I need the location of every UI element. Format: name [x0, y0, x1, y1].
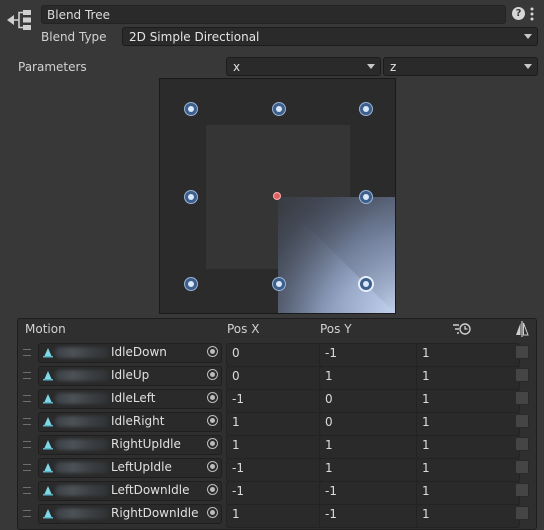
mirror-icon	[515, 321, 529, 337]
motion-field[interactable]: IdleUp	[38, 366, 222, 386]
redacted-prefix	[55, 347, 109, 358]
parameters-label: Parameters	[18, 60, 87, 74]
object-picker-icon[interactable]	[207, 507, 218, 518]
mirror-checkbox[interactable]	[515, 345, 529, 359]
pos-x-column-header: Pos X	[227, 322, 260, 336]
mirror-checkbox[interactable]	[515, 414, 529, 428]
object-picker-icon[interactable]	[207, 369, 218, 380]
object-picker-icon[interactable]	[207, 484, 218, 495]
object-picker-icon[interactable]	[207, 415, 218, 426]
mirror-checkbox[interactable]	[515, 506, 529, 520]
animation-clip-icon	[43, 486, 53, 496]
redacted-prefix	[55, 485, 109, 496]
redacted-prefix	[55, 508, 109, 519]
blend-graph[interactable]	[159, 78, 396, 314]
chevron-down-icon	[524, 64, 532, 69]
motion-field[interactable]: IdleDown	[38, 343, 222, 363]
mirror-checkbox[interactable]	[515, 391, 529, 405]
drag-handle-icon[interactable]	[23, 510, 31, 517]
mirror-checkbox[interactable]	[515, 368, 529, 382]
motion-field[interactable]: RightDownIdle	[38, 504, 222, 524]
blend-point-right-up[interactable]	[359, 102, 373, 116]
pos-y-column-header: Pos Y	[320, 322, 352, 336]
drag-handle-icon[interactable]	[23, 372, 31, 379]
drag-handle-icon[interactable]	[23, 395, 31, 402]
motion-field[interactable]: LeftDownIdle	[38, 481, 222, 501]
chevron-down-icon	[367, 64, 375, 69]
animation-clip-icon	[43, 440, 53, 450]
blend-point-left-down[interactable]	[184, 277, 198, 291]
time-scale-field[interactable]: 1	[416, 504, 520, 528]
motion-name: LeftDownIdle	[111, 483, 190, 497]
motion-name: IdleLeft	[111, 391, 156, 405]
motion-name: IdleDown	[111, 345, 167, 359]
motion-name: IdleRight	[111, 414, 165, 428]
kebab-menu-icon[interactable]	[528, 7, 536, 21]
blend-point-left[interactable]	[184, 190, 198, 204]
blend-type-value: 2D Simple Directional	[129, 30, 260, 44]
mirror-checkbox[interactable]	[515, 437, 529, 451]
blend-tree-icon	[6, 9, 32, 31]
redacted-prefix	[55, 370, 109, 381]
object-picker-icon[interactable]	[207, 461, 218, 472]
drag-handle-icon[interactable]	[23, 464, 31, 471]
object-picker-icon[interactable]	[207, 346, 218, 357]
blend-point-right[interactable]	[359, 190, 373, 204]
motion-name: RightUpIdle	[111, 437, 181, 451]
drag-handle-icon[interactable]	[23, 349, 31, 356]
table-row: RightUpIdle 1 1 1	[18, 433, 536, 459]
blend-point-down[interactable]	[272, 277, 286, 291]
motion-column-header: Motion	[25, 322, 66, 336]
parameter-y-value: z	[390, 60, 397, 74]
object-picker-icon[interactable]	[207, 392, 218, 403]
motion-name: LeftUpIdle	[111, 460, 172, 474]
time-scale-icon	[452, 322, 472, 336]
table-row: IdleRight 1 0 1	[18, 410, 536, 436]
animation-clip-icon	[43, 509, 53, 519]
blend-point-right-down[interactable]	[358, 276, 374, 292]
parameter-x-value: x	[233, 60, 241, 74]
mirror-checkbox[interactable]	[515, 460, 529, 474]
motion-name: RightDownIdle	[111, 506, 199, 520]
table-row: LeftUpIdle -1 1 1	[18, 456, 536, 482]
motion-table: Motion Pos X Pos Y IdleDown 0 -1 1 IdleUp 0 1 1…	[17, 318, 537, 530]
table-row: RightDownIdle 1 -1 1	[18, 502, 536, 528]
table-row: LeftDownIdle -1 -1 1	[18, 479, 536, 505]
animation-clip-icon	[43, 394, 53, 404]
motion-field[interactable]: RightUpIdle	[38, 435, 222, 455]
motion-field[interactable]: IdleLeft	[38, 389, 222, 409]
drag-handle-icon[interactable]	[23, 418, 31, 425]
parameter-x-dropdown[interactable]: x	[226, 57, 381, 76]
redacted-prefix	[55, 393, 109, 404]
parameter-y-dropdown[interactable]: z	[383, 57, 538, 76]
table-row: IdleLeft -1 0 1	[18, 387, 536, 413]
pos-x-field[interactable]: 1	[226, 504, 329, 528]
redacted-prefix	[55, 416, 109, 427]
drag-handle-icon[interactable]	[23, 441, 31, 448]
blend-tree-name-field[interactable]: Blend Tree	[41, 5, 506, 24]
motion-name: IdleUp	[111, 368, 150, 382]
animation-clip-icon	[43, 371, 53, 381]
chevron-down-icon	[524, 34, 532, 39]
blend-point-up[interactable]	[272, 102, 286, 116]
mirror-checkbox[interactable]	[515, 483, 529, 497]
redacted-prefix	[55, 462, 109, 473]
blend-point-left-up[interactable]	[184, 102, 198, 116]
blend-type-dropdown[interactable]: 2D Simple Directional	[122, 27, 538, 46]
motion-field[interactable]: LeftUpIdle	[38, 458, 222, 478]
animation-clip-icon	[43, 348, 53, 358]
object-picker-icon[interactable]	[207, 438, 218, 449]
drag-handle-icon[interactable]	[23, 487, 31, 494]
animation-clip-icon	[43, 463, 53, 473]
blend-type-label: Blend Type	[41, 30, 107, 44]
motion-field[interactable]: IdleRight	[38, 412, 222, 432]
animation-clip-icon	[43, 417, 53, 427]
pos-y-field[interactable]: -1	[319, 504, 422, 528]
table-row: IdleUp 0 1 1	[18, 364, 536, 390]
current-blend-position[interactable]	[273, 192, 281, 200]
help-icon[interactable]: ?	[512, 7, 525, 20]
table-row: IdleDown 0 -1 1	[18, 341, 536, 367]
redacted-prefix	[55, 439, 109, 450]
